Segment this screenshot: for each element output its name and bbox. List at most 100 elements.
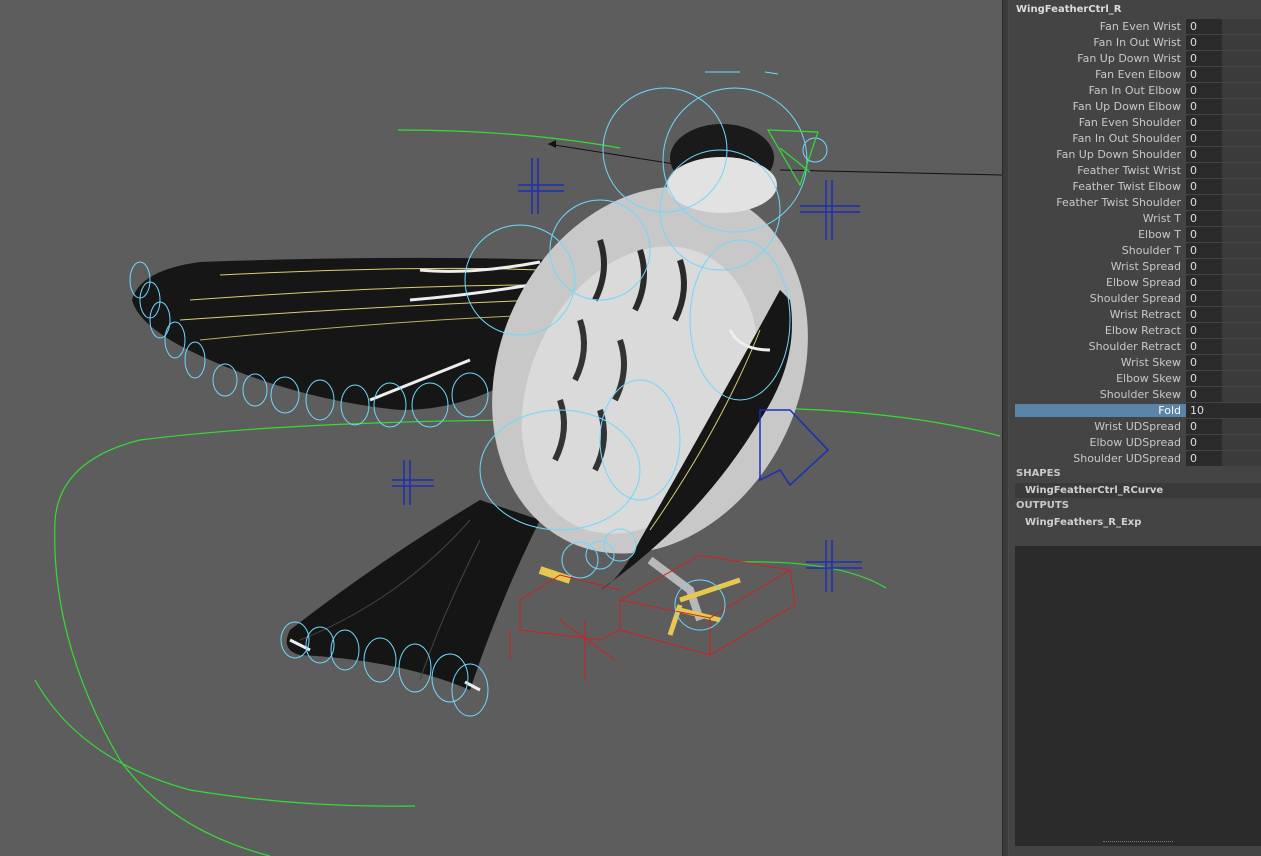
attribute-row[interactable]: Fan In Out Wrist 0 bbox=[1015, 34, 1261, 50]
attribute-row[interactable]: Elbow T0 bbox=[1015, 226, 1261, 242]
resize-grip[interactable] bbox=[1103, 841, 1173, 844]
attribute-label[interactable]: Elbow UDSpread bbox=[1015, 436, 1186, 449]
attribute-row[interactable]: Fan Even Shoulder 0 bbox=[1015, 114, 1261, 130]
outputs-header: OUTPUTS bbox=[1016, 500, 1069, 511]
attribute-value-field[interactable]: 0 bbox=[1186, 130, 1261, 146]
attribute-value-field[interactable]: 0 bbox=[1186, 386, 1261, 402]
head-control bbox=[766, 129, 819, 187]
shape-item[interactable]: WingFeatherCtrl_RCurve bbox=[1015, 483, 1261, 498]
attribute-row[interactable]: Elbow Spread 0 bbox=[1015, 274, 1261, 290]
attribute-value-field[interactable]: 0 bbox=[1186, 226, 1261, 242]
attribute-label[interactable]: Fan Up Down Elbow bbox=[1015, 100, 1186, 113]
attribute-row[interactable]: Feather Twist Elbow 0 bbox=[1015, 178, 1261, 194]
attribute-label[interactable]: Fan In Out Shoulder bbox=[1015, 132, 1186, 145]
attribute-value-field[interactable]: 0 bbox=[1186, 146, 1261, 162]
attribute-value-field[interactable]: 0 bbox=[1186, 66, 1261, 82]
scene-render[interactable] bbox=[0, 0, 1002, 856]
attribute-row[interactable]: Fan In Out Elbow 0 bbox=[1015, 82, 1261, 98]
attribute-value-field[interactable]: 0 bbox=[1186, 290, 1261, 306]
attribute-value-field[interactable]: 0 bbox=[1186, 274, 1261, 290]
attribute-label[interactable]: Fan Up Down Shoulder bbox=[1015, 148, 1186, 161]
top-control-curve bbox=[397, 129, 621, 149]
attribute-label[interactable]: Wrist Spread bbox=[1015, 260, 1186, 273]
attribute-row[interactable]: Wrist Skew 0 bbox=[1015, 354, 1261, 370]
attribute-label[interactable]: Feather Twist Wrist bbox=[1015, 164, 1186, 177]
attribute-value-field[interactable]: 0 bbox=[1186, 98, 1261, 114]
attribute-value-field[interactable]: 0 bbox=[1186, 34, 1261, 50]
attribute-label[interactable]: Fan Even Shoulder bbox=[1015, 116, 1186, 129]
attribute-value-field[interactable]: 0 bbox=[1186, 210, 1261, 226]
attribute-label[interactable]: Elbow Spread bbox=[1015, 276, 1186, 289]
attribute-row[interactable]: Fold 10 bbox=[1015, 402, 1261, 418]
empty-panel bbox=[1015, 546, 1261, 846]
attribute-row[interactable]: Shoulder T0 bbox=[1015, 242, 1261, 258]
attribute-label[interactable]: Fan Even Wrist bbox=[1015, 20, 1186, 33]
attribute-value-field[interactable]: 0 bbox=[1186, 114, 1261, 130]
attribute-row[interactable]: Fan Up Down Wrist 0 bbox=[1015, 50, 1261, 66]
attribute-value-field[interactable]: 0 bbox=[1186, 434, 1261, 450]
attribute-row[interactable]: Wrist UDSpread 0 bbox=[1015, 418, 1261, 434]
attribute-value-field[interactable]: 0 bbox=[1186, 162, 1261, 178]
attribute-row[interactable]: Wrist Spread 0 bbox=[1015, 258, 1261, 274]
ground-control-curve-outer bbox=[34, 679, 416, 807]
attribute-row[interactable]: Shoulder UDSpread 0 bbox=[1015, 450, 1261, 466]
attribute-label[interactable]: Elbow Retract bbox=[1015, 324, 1186, 337]
attribute-label[interactable]: Fan In Out Wrist bbox=[1015, 36, 1186, 49]
attribute-label[interactable]: Fan In Out Elbow bbox=[1015, 84, 1186, 97]
attribute-row[interactable]: Elbow UDSpread 0 bbox=[1015, 434, 1261, 450]
attribute-label[interactable]: Wrist T bbox=[1015, 212, 1186, 225]
attribute-label[interactable]: Shoulder Retract bbox=[1015, 340, 1186, 353]
attribute-row[interactable]: Shoulder Spread 0 bbox=[1015, 290, 1261, 306]
attribute-row[interactable]: Shoulder Skew 0 bbox=[1015, 386, 1261, 402]
attribute-label[interactable]: Shoulder Spread bbox=[1015, 292, 1186, 305]
attribute-label[interactable]: Shoulder Skew bbox=[1015, 388, 1186, 401]
attribute-label[interactable]: Fold bbox=[1015, 403, 1186, 417]
attribute-row[interactable]: Wrist T0 bbox=[1015, 210, 1261, 226]
aim-line-right bbox=[779, 169, 1002, 176]
attribute-row[interactable]: Wrist Retract 0 bbox=[1015, 306, 1261, 322]
attribute-row[interactable]: Fan Even Elbow 0 bbox=[1015, 66, 1261, 82]
attribute-row[interactable]: Elbow Retract 0 bbox=[1015, 322, 1261, 338]
shapes-header: SHAPES bbox=[1016, 468, 1061, 479]
attribute-value-field[interactable]: 0 bbox=[1186, 18, 1261, 34]
attribute-value-field[interactable]: 0 bbox=[1186, 242, 1261, 258]
attribute-label[interactable]: Feather Twist Shoulder bbox=[1015, 196, 1186, 209]
attribute-value-field[interactable]: 0 bbox=[1186, 338, 1261, 354]
attribute-value-field[interactable]: 0 bbox=[1186, 322, 1261, 338]
attribute-value-field[interactable]: 0 bbox=[1186, 418, 1261, 434]
attribute-value-field[interactable]: 0 bbox=[1186, 194, 1261, 210]
attribute-row[interactable]: Fan Up Down Shoulder 0 bbox=[1015, 146, 1261, 162]
attribute-row[interactable]: Feather Twist Shoulder 0 bbox=[1015, 194, 1261, 210]
attribute-row[interactable]: Shoulder Retract 0 bbox=[1015, 338, 1261, 354]
attribute-value-field[interactable]: 0 bbox=[1186, 306, 1261, 322]
attribute-label[interactable]: Shoulder T bbox=[1015, 244, 1186, 257]
attribute-value-field[interactable]: 0 bbox=[1186, 178, 1261, 194]
attribute-row[interactable]: Elbow Skew 0 bbox=[1015, 370, 1261, 386]
attribute-row[interactable]: Fan Up Down Elbow 0 bbox=[1015, 98, 1261, 114]
attribute-value-field[interactable]: 0 bbox=[1186, 258, 1261, 274]
channel-box: WingFeatherCtrl_R Fan Even Wrist 0 Fan In … bbox=[1009, 0, 1261, 856]
attribute-label[interactable]: Elbow Skew bbox=[1015, 372, 1186, 385]
attribute-label[interactable]: Elbow T bbox=[1015, 228, 1186, 241]
attribute-row[interactable]: Feather Twist Wrist 0 bbox=[1015, 162, 1261, 178]
attribute-value-field[interactable]: 10 bbox=[1186, 402, 1261, 418]
ground-control-curve-right bbox=[759, 407, 1001, 437]
3d-viewport[interactable] bbox=[0, 0, 1002, 856]
attribute-label[interactable]: Shoulder UDSpread bbox=[1015, 452, 1186, 465]
node-name[interactable]: WingFeatherCtrl_R bbox=[1016, 4, 1121, 18]
attribute-label[interactable]: Fan Up Down Wrist bbox=[1015, 52, 1186, 65]
attribute-label[interactable]: Wrist Skew bbox=[1015, 356, 1186, 369]
attribute-value-field[interactable]: 0 bbox=[1186, 50, 1261, 66]
attribute-value-field[interactable]: 0 bbox=[1186, 370, 1261, 386]
attribute-row[interactable]: Fan In Out Shoulder 0 bbox=[1015, 130, 1261, 146]
attribute-label[interactable]: Wrist UDSpread bbox=[1015, 420, 1186, 433]
attribute-value-field[interactable]: 0 bbox=[1186, 354, 1261, 370]
attribute-label[interactable]: Fan Even Elbow bbox=[1015, 68, 1186, 81]
attribute-label[interactable]: Wrist Retract bbox=[1015, 308, 1186, 321]
attribute-value-field[interactable]: 0 bbox=[1186, 82, 1261, 98]
attribute-value-field[interactable]: 0 bbox=[1186, 450, 1261, 466]
attribute-row[interactable]: Fan Even Wrist 0 bbox=[1015, 18, 1261, 34]
output-item[interactable]: WingFeathers_R_Exp bbox=[1015, 515, 1261, 530]
attribute-label[interactable]: Feather Twist Elbow bbox=[1015, 180, 1186, 193]
panel-splitter[interactable] bbox=[1002, 0, 1009, 856]
